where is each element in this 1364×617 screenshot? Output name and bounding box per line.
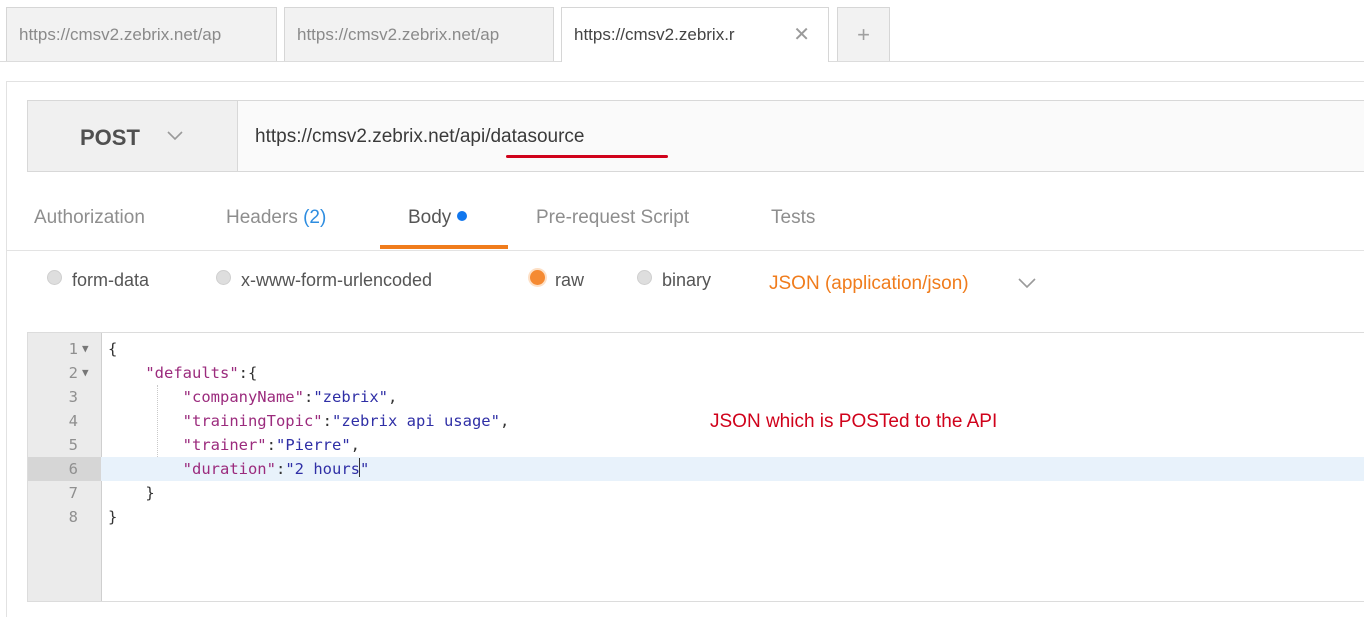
url-input[interactable]: https://cmsv2.zebrix.net/api/datasource [255,126,585,148]
binary-label: binary [662,270,712,290]
radio-icon [216,270,231,285]
code-line-4: 4 "trainingTopic":"zebrix api usage", [28,409,1364,433]
form-data-radio[interactable]: form-data [47,270,149,291]
code-text: { [108,340,118,358]
code-line-3: 3 "companyName":"zebrix", [28,385,1364,409]
tab-prerequest-script[interactable]: Pre-request Script [536,207,689,229]
request-tab-3[interactable]: https://cmsv2.zebrix.r ✕ [561,7,829,62]
plus-icon: + [857,21,870,47]
code-text: "companyName":"zebrix", [182,388,398,406]
new-tab-button[interactable]: + [837,7,890,61]
raw-label: raw [555,270,585,290]
raw-radio[interactable]: raw [530,270,584,291]
method-select[interactable]: POST [28,101,238,171]
code-text: "defaults":{ [145,364,258,382]
tab-body-label: Body [408,207,452,228]
tab-strip: https://cmsv2.zebrix.net/ap https://cmsv… [0,0,1364,62]
active-tab-indicator [380,245,508,249]
code-line-5: 5 "trainer":"Pierre", [28,433,1364,457]
code-line-7: 7 } [28,481,1364,505]
urlencoded-radio[interactable]: x-www-form-urlencoded [216,270,432,291]
line-number: 6 [28,457,101,481]
code-text: } [108,484,155,502]
request-tabs: Authorization Headers (2) Body Pre-reque… [7,188,1364,251]
annotation-note: JSON which is POSTed to the API [710,411,998,432]
line-number: 3 [68,388,78,406]
tab-headers[interactable]: Headers (2) [226,207,326,229]
request-panel: POST https://cmsv2.zebrix.net/api/dataso… [6,81,1364,617]
tab-tests[interactable]: Tests [771,207,815,229]
code-line-1: 1 ▼ { [28,337,1364,361]
fold-arrow-icon[interactable]: ▼ [82,337,89,361]
code-line-8: 8 } [28,505,1364,529]
code-text: "trainer":"Pierre", [182,436,360,454]
url-bar: POST https://cmsv2.zebrix.net/api/dataso… [27,100,1364,172]
radio-icon [637,270,652,285]
chevron-down-icon[interactable] [1016,273,1038,293]
line-number: 7 [68,484,78,502]
binary-radio[interactable]: binary [637,270,711,291]
request-tab-3-label: https://cmsv2.zebrix.r [574,25,735,44]
line-number: 5 [68,436,78,454]
fold-arrow-icon[interactable]: ▼ [82,361,89,385]
request-tab-1-label: https://cmsv2.zebrix.net/ap [19,24,222,44]
code-editor[interactable]: 1 ▼ { 2 ▼ "defaults":{ 3 "companyName":"… [27,332,1364,602]
form-data-label: form-data [72,270,150,290]
code-line-6-active: 6 "duration":"2 hours" [28,457,1364,481]
code-text: "duration":"2 hours" [182,460,370,478]
headers-count-badge: (2) [303,207,327,228]
request-tab-2-label: https://cmsv2.zebrix.net/ap [297,24,500,44]
modified-dot-icon [457,210,468,221]
tab-authorization[interactable]: Authorization [34,207,145,229]
request-tab-2[interactable]: https://cmsv2.zebrix.net/ap [284,7,554,61]
urlencoded-label: x-www-form-urlencoded [241,270,433,290]
code-line-2: 2 ▼ "defaults":{ [28,361,1364,385]
chevron-down-icon [167,131,183,141]
tab-body[interactable]: Body [408,207,468,229]
line-number: 8 [68,508,78,526]
request-tab-1[interactable]: https://cmsv2.zebrix.net/ap [6,7,277,61]
radio-icon [47,270,62,285]
line-number: 1 [68,340,78,358]
code-text: "trainingTopic":"zebrix api usage", [182,412,510,430]
method-label: POST [80,125,140,150]
content-type-select[interactable]: JSON (application/json) [769,273,969,295]
body-type-options: form-data x-www-form-urlencoded raw bina… [7,258,1364,306]
line-number: 4 [68,412,78,430]
text-cursor [359,458,360,477]
tab-headers-label: Headers [226,207,298,228]
close-tab-icon[interactable]: ✕ [793,22,810,47]
line-number: 2 [68,364,78,382]
code-text: } [108,508,118,526]
radio-selected-icon [530,270,545,285]
url-path-highlight [506,155,668,158]
